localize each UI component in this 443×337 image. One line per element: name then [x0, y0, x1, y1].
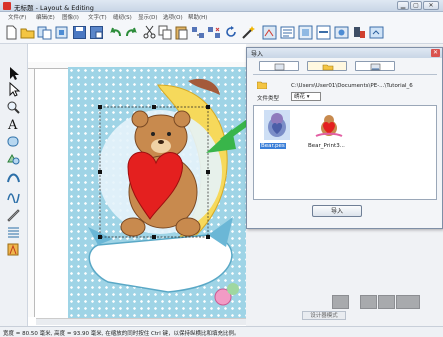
menu-file[interactable]: 文件(F): [8, 13, 26, 21]
palette-icon[interactable]: [6, 242, 21, 257]
file-item-bear-print[interactable]: Bear_Print3...: [308, 110, 358, 155]
view-mode-button[interactable]: 设计器模式: [302, 311, 346, 320]
import-button[interactable]: 导入: [312, 205, 362, 217]
panel-button-2[interactable]: [360, 295, 377, 309]
save-as-icon[interactable]: [89, 25, 104, 40]
zoom-icon[interactable]: [6, 100, 21, 115]
rotate-icon[interactable]: [224, 25, 239, 40]
wand-icon[interactable]: [241, 25, 256, 40]
folder-up-icon[interactable]: [256, 80, 268, 90]
menu-help[interactable]: 帮助(H): [188, 13, 207, 21]
design-center-icon[interactable]: [334, 25, 349, 40]
dialog-divider: [253, 74, 437, 75]
main-toolbar: [0, 22, 443, 44]
file-list[interactable]: Bear.pes Bear_Print3...: [253, 105, 437, 200]
window-title: 无标题 - Layout & Editing: [14, 4, 94, 12]
status-bar: 宽度 = 80.50 毫米, 高度 = 93.90 毫米, 在缩放的同时按住 C…: [0, 326, 443, 337]
file-type-label: 文件类型: [257, 96, 280, 102]
import-dialog: 导入 ✕ C:\Users\User01\Documents\PE-...\Tu…: [246, 47, 443, 229]
open-folder-icon[interactable]: [20, 25, 35, 40]
tool-palette: A: [0, 44, 28, 326]
dialog-close-button[interactable]: ✕: [431, 49, 440, 57]
sewing-attribute-icon[interactable]: [280, 25, 295, 40]
file-name: Bear.pes: [260, 143, 286, 149]
tab-preview[interactable]: [355, 61, 395, 71]
knife-tool-icon[interactable]: [6, 207, 21, 222]
tab-embroidery[interactable]: [259, 61, 299, 71]
group-icon[interactable]: [191, 25, 206, 40]
paste-icon[interactable]: [174, 25, 189, 40]
save-icon[interactable]: [72, 25, 87, 40]
hoop-icon[interactable]: [298, 25, 313, 40]
stitch-pattern-icon[interactable]: [6, 225, 21, 240]
ruler-left: [28, 69, 35, 317]
color-sort-icon[interactable]: [316, 25, 331, 40]
title-bar: 无标题 - Layout & Editing ▁ ▢ ✕: [0, 0, 443, 12]
menu-image[interactable]: 图像(I): [62, 13, 79, 21]
close-button[interactable]: ✕: [423, 1, 439, 10]
status-text: 宽度 = 80.50 毫米, 高度 = 93.90 毫米, 在缩放的同时按住 C…: [3, 331, 240, 337]
folder-path: C:\Users\User01\Documents\PE-...\Tutoria…: [291, 83, 413, 89]
menu-edit[interactable]: 编辑(E): [36, 13, 55, 21]
undo-icon[interactable]: [108, 25, 123, 40]
stamp-tool-icon[interactable]: [6, 152, 21, 167]
export-icon[interactable]: [369, 25, 384, 40]
select-arrow-icon[interactable]: [6, 66, 21, 81]
dialog-title-bar: 导入 ✕: [247, 48, 442, 58]
panel-button-3[interactable]: [378, 295, 395, 309]
file-name: Bear_Print3...: [308, 143, 345, 149]
panel-button-4[interactable]: [396, 295, 420, 309]
stitch-icon[interactable]: [262, 25, 277, 40]
browse-icon[interactable]: [54, 25, 69, 40]
new-file-icon[interactable]: [4, 25, 19, 40]
redo-icon[interactable]: [124, 25, 139, 40]
shape-tool-icon[interactable]: [6, 134, 21, 149]
text-tool-icon[interactable]: A: [6, 116, 21, 133]
maximize-button[interactable]: ▢: [410, 1, 422, 10]
file-item-bear-pes[interactable]: Bear.pes: [258, 110, 308, 155]
point-edit-icon[interactable]: [6, 81, 21, 97]
transfer-icon[interactable]: [352, 25, 367, 40]
menu-bar: 文件(F) 编辑(E) 图像(I) 文字(T) 缝纫(S) 显示(D) 选项(O…: [0, 12, 443, 22]
tab-folder[interactable]: [307, 61, 347, 71]
minimize-button[interactable]: ▁: [397, 1, 409, 10]
file-type-select[interactable]: 绣花 ▾: [291, 92, 321, 101]
app-icon: [3, 2, 11, 10]
panel-button-1[interactable]: [332, 295, 349, 309]
dialog-title: 导入: [251, 51, 264, 58]
import-icon[interactable]: [37, 25, 52, 40]
horizontal-scrollbar[interactable]: [36, 318, 246, 325]
curve-tool-icon[interactable]: [6, 188, 21, 205]
menu-display[interactable]: 显示(D): [138, 13, 158, 21]
copy-icon[interactable]: [158, 25, 173, 40]
menu-text[interactable]: 文字(T): [88, 13, 107, 21]
ungroup-icon[interactable]: [207, 25, 222, 40]
cut-icon[interactable]: [142, 25, 157, 40]
menu-sew[interactable]: 缝纫(S): [113, 13, 132, 21]
outline-tool-icon[interactable]: [6, 170, 21, 185]
menu-options[interactable]: 选项(O): [163, 13, 183, 21]
svg-text:A: A: [7, 118, 18, 131]
